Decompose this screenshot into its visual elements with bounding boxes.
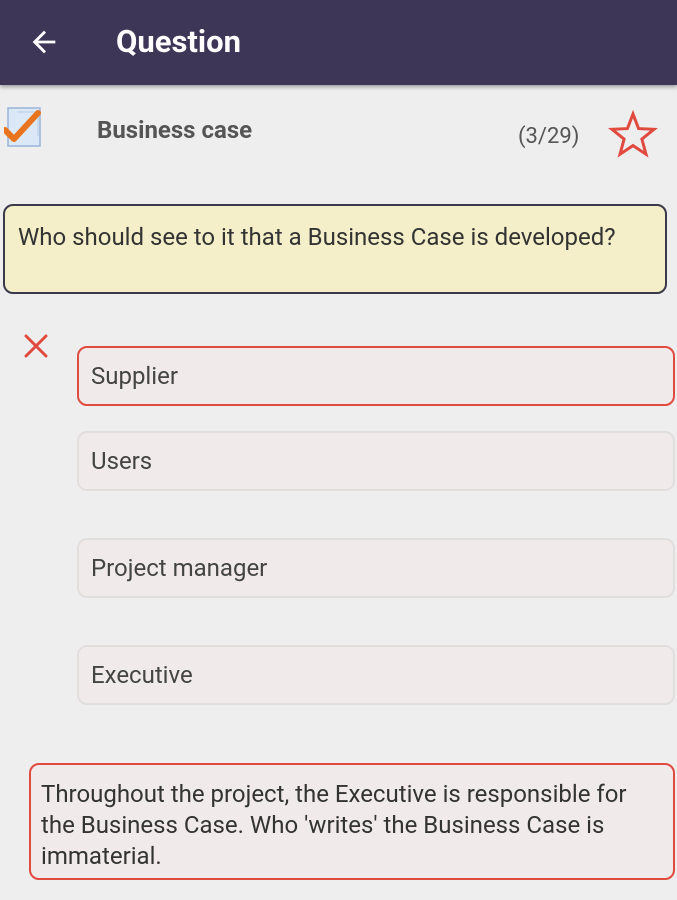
answer-option-project-manager[interactable]: Project manager <box>77 538 675 598</box>
page-title: Question <box>116 23 241 60</box>
back-button[interactable] <box>24 22 64 62</box>
question-text: Who should see to it that a Business Cas… <box>3 204 667 294</box>
app-bar: Question <box>0 0 677 85</box>
star-outline-icon <box>607 109 659 158</box>
checklist-icon <box>2 106 44 150</box>
category-title: Business case <box>97 116 253 144</box>
favorite-button[interactable] <box>607 109 659 160</box>
question-counter: (3/29) <box>518 124 580 149</box>
answer-option-executive[interactable]: Executive <box>77 645 675 705</box>
explanation-text: Throughout the project, the Executive is… <box>29 763 675 880</box>
arrow-back-icon <box>32 30 56 54</box>
wrong-answer-x-icon <box>23 333 49 359</box>
answer-option-users[interactable]: Users <box>77 431 675 491</box>
answer-option-supplier[interactable]: Supplier <box>77 346 675 406</box>
